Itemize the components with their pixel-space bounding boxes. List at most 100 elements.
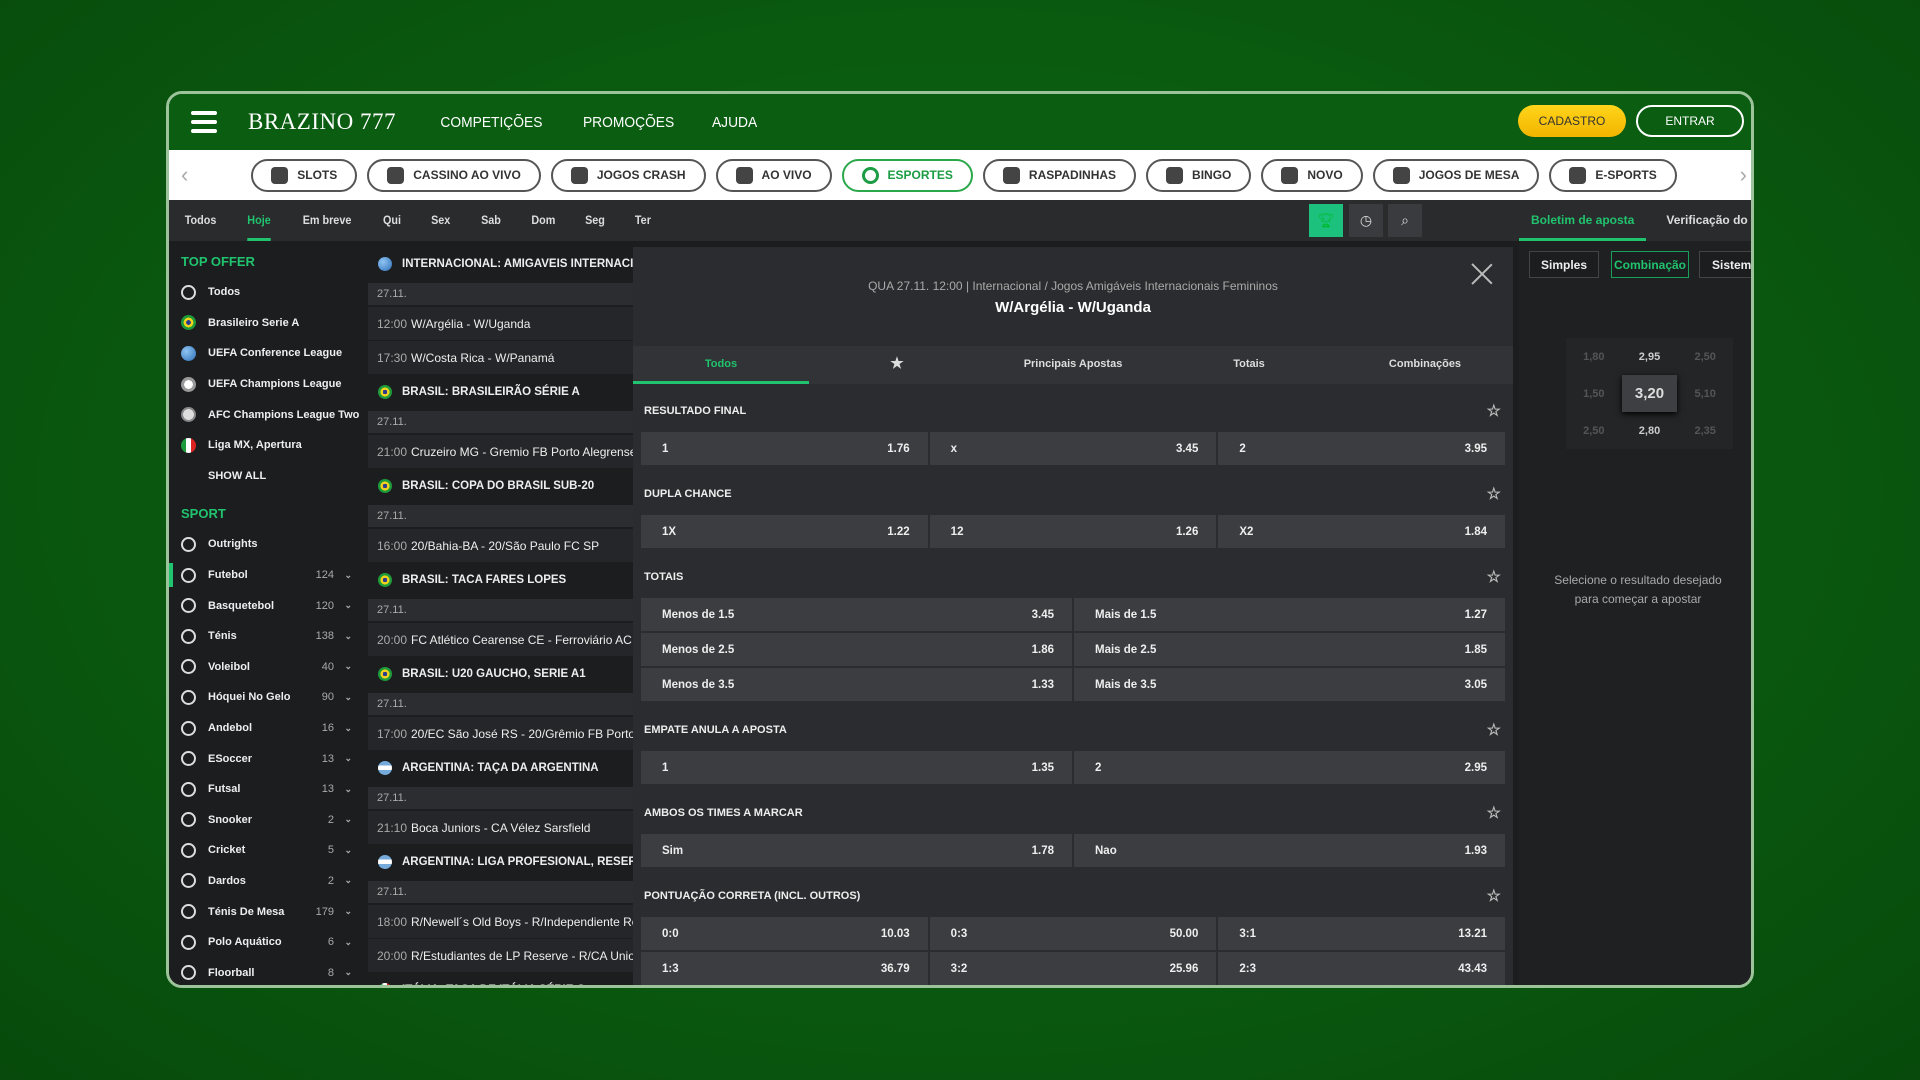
brand-logo[interactable]: BRAZINO 777 xyxy=(248,109,396,135)
category-ao-vivo[interactable]: AO VIVO xyxy=(715,158,832,192)
match-row[interactable]: 17:00 20/EC São José RS - 20/Grêmio FB Po… xyxy=(368,717,633,751)
odds-button[interactable] xyxy=(930,987,1217,988)
league-header[interactable]: BRASIL: TACA FARES LOPES xyxy=(368,563,633,597)
sidebar-sport-dardos[interactable]: Dardos 2 ⌄ xyxy=(169,866,364,897)
odds-button[interactable]: 2 3.95 xyxy=(1218,432,1506,465)
sidebar-sport-hóquei-no-gelo[interactable]: Hóquei No Gelo 90 ⌄ xyxy=(169,682,364,713)
league-header[interactable]: ARGENTINA: LIGA PROFESIONAL, RESERVES xyxy=(368,845,633,879)
match-row[interactable]: 21:10 Boca Juniors - CA Vélez Sarsfield xyxy=(368,811,633,845)
match-row[interactable]: 21:00 Cruzeiro MG - Gremio FB Porto Alegr… xyxy=(368,435,633,469)
star-outline-icon[interactable]: ☆ xyxy=(1487,886,1501,906)
odds-button[interactable]: Menos de 1.5 3.45 xyxy=(641,598,1072,631)
date-tab-sab[interactable]: Sab xyxy=(481,200,501,241)
sidebar-sport-andebol[interactable]: Andebol 16 ⌄ xyxy=(169,713,364,744)
nav-promocoes[interactable]: PROMOÇÕES xyxy=(583,114,674,131)
date-tab-em-breve[interactable]: Em breve xyxy=(303,200,352,241)
sidebar-sport-futebol[interactable]: Futebol 124 ⌄ xyxy=(169,560,364,591)
tab-totais[interactable]: Totais xyxy=(1161,346,1337,384)
chevron-down-icon[interactable]: ⌄ xyxy=(344,631,352,642)
odds-button[interactable]: 0:0 10.03 xyxy=(641,917,928,950)
odds-button[interactable]: 2 2.95 xyxy=(1074,751,1505,784)
search-icon[interactable]: ⌕ xyxy=(1388,204,1422,237)
date-tab-qui[interactable]: Qui xyxy=(383,200,401,241)
star-outline-icon[interactable]: ☆ xyxy=(1487,567,1501,587)
league-header[interactable]: BRASIL: BRASILEIRÃO SÉRIE A xyxy=(368,375,633,409)
sidebar-sport-esoccer[interactable]: ESoccer 13 ⌄ xyxy=(169,743,364,774)
chevron-down-icon[interactable]: ⌄ xyxy=(344,723,352,734)
chevron-down-icon[interactable]: ⌄ xyxy=(344,600,352,611)
clock-icon[interactable]: ◷ xyxy=(1349,204,1383,237)
chevron-down-icon[interactable]: ⌄ xyxy=(344,814,352,825)
date-tab-hoje[interactable]: Hoje xyxy=(247,200,271,241)
odds-button[interactable]: 1:3 36.79 xyxy=(641,952,928,985)
chevron-down-icon[interactable]: ⌄ xyxy=(344,661,352,672)
trophy-icon[interactable]: 🏆︎ xyxy=(1309,204,1343,237)
bet-type-simples[interactable]: Simples xyxy=(1529,251,1599,278)
tab-todos[interactable]: Todos xyxy=(633,346,809,384)
sidebar-sport-futsal[interactable]: Futsal 13 ⌄ xyxy=(169,774,364,805)
chevron-right-icon[interactable]: › xyxy=(1740,162,1747,188)
sidebar-item[interactable]: Liga MX, Apertura xyxy=(169,430,364,461)
odds-button[interactable]: 0:3 50.00 xyxy=(929,917,1217,950)
odds-button[interactable]: Menos de 2.5 1.86 xyxy=(641,633,1072,666)
odds-button[interactable]: Mais de 1.5 1.27 xyxy=(1074,598,1505,631)
match-row[interactable]: 12:00 W/Argélia - W/Uganda xyxy=(368,307,633,341)
star-outline-icon[interactable]: ☆ xyxy=(1487,720,1501,740)
league-header[interactable]: BRASIL: COPA DO BRASIL SUB-20 xyxy=(368,469,633,503)
bet-type-sistema[interactable]: Sistema xyxy=(1699,251,1751,278)
odds-button[interactable]: 12 1.26 xyxy=(929,515,1217,548)
tab-combinações[interactable]: Combinações xyxy=(1337,346,1513,384)
sidebar-sport-outrights[interactable]: Outrights xyxy=(169,529,364,560)
sidebar-sport-cricket[interactable]: Cricket 5 ⌄ xyxy=(169,835,364,866)
star-icon[interactable]: ★ xyxy=(809,346,985,384)
sidebar-item[interactable]: UEFA Conference League xyxy=(169,338,364,369)
match-row[interactable]: 16:00 20/Bahia-BA - 20/São Paulo FC SP xyxy=(368,529,633,563)
match-row[interactable]: 20:00 FC Atlético Cearense CE - Ferroviár… xyxy=(368,623,633,657)
chevron-left-icon[interactable]: ‹ xyxy=(181,162,188,188)
sidebar-item[interactable]: AFC Champions League Two xyxy=(169,399,364,430)
category-cassino-ao-vivo[interactable]: CASSINO AO VIVO xyxy=(367,158,541,192)
odds-button[interactable]: Mais de 2.5 1.85 xyxy=(1074,633,1505,666)
league-header[interactable]: ARGENTINA: TAÇA DA ARGENTINA xyxy=(368,751,633,785)
category-e-sports[interactable]: E-SPORTS xyxy=(1549,158,1677,192)
sidebar-sport-floorball[interactable]: Floorball 8 ⌄ xyxy=(169,957,364,985)
star-outline-icon[interactable]: ☆ xyxy=(1487,484,1501,504)
sidebar-item[interactable]: Brasileiro Serie A xyxy=(169,308,364,339)
sidebar-item[interactable]: UEFA Champions League xyxy=(169,369,364,400)
sidebar-sport-ténis-de-mesa[interactable]: Ténis De Mesa 179 ⌄ xyxy=(169,896,364,927)
menu-icon[interactable] xyxy=(191,111,217,133)
league-header[interactable]: BRASIL: U20 GAUCHO, SERIE A1 xyxy=(368,657,633,691)
signup-button[interactable]: CADASTRO xyxy=(1518,105,1626,137)
chevron-down-icon[interactable]: ⌄ xyxy=(344,784,352,795)
league-header[interactable]: INTERNACIONAL: AMIGAVEIS INTERNACIONAIS xyxy=(368,247,633,281)
nav-competicoes[interactable]: COMPETIÇÕES xyxy=(440,114,542,131)
chevron-down-icon[interactable]: ⌄ xyxy=(344,570,352,581)
date-tab-seg[interactable]: Seg xyxy=(585,200,605,241)
sidebar-sport-basquetebol[interactable]: Basquetebol 120 ⌄ xyxy=(169,590,364,621)
league-header[interactable]: ITÁLIA: TAÇA DE ITÁLIA SÉRIE C xyxy=(368,973,633,985)
login-button[interactable]: ENTRAR xyxy=(1636,105,1744,137)
match-row[interactable]: 18:00 R/Newell´s Old Boys - R/Independien… xyxy=(368,905,633,939)
odds-button[interactable] xyxy=(641,987,928,988)
sidebar-sport-snooker[interactable]: Snooker 2 ⌄ xyxy=(169,805,364,836)
match-row[interactable]: 20:00 R/Estudiantes de LP Reserve - R/CA … xyxy=(368,939,633,973)
sidebar-item[interactable]: Todos xyxy=(169,277,364,308)
odds-button[interactable]: Nao 1.93 xyxy=(1074,834,1505,867)
sidebar-sport-voleibol[interactable]: Voleibol 40 ⌄ xyxy=(169,652,364,683)
category-jogos-crash[interactable]: JOGOS CRASH xyxy=(550,158,706,192)
close-icon[interactable] xyxy=(1471,263,1493,285)
date-tab-todos[interactable]: Todos xyxy=(185,200,217,241)
nav-ajuda[interactable]: AJUDA xyxy=(712,114,757,131)
odds-button[interactable]: Mais de 3.5 3.05 xyxy=(1074,668,1505,701)
odds-button[interactable]: 2:3 43.43 xyxy=(1218,952,1506,985)
chevron-down-icon[interactable]: ⌄ xyxy=(344,753,352,764)
date-tab-dom[interactable]: Dom xyxy=(531,200,555,241)
odds-button[interactable]: Sim 1.78 xyxy=(641,834,1072,867)
odds-button[interactable]: x 3.45 xyxy=(929,432,1217,465)
odds-button[interactable]: 1 1.76 xyxy=(641,432,928,465)
chevron-down-icon[interactable]: ⌄ xyxy=(344,845,352,856)
tab-ticket-check[interactable]: Verificação do bilhete xyxy=(1666,200,1751,241)
chevron-down-icon[interactable]: ⌄ xyxy=(344,906,352,917)
bet-type-combinacao[interactable]: Combinação xyxy=(1611,251,1689,278)
odds-button[interactable]: 1X 1.22 xyxy=(641,515,928,548)
